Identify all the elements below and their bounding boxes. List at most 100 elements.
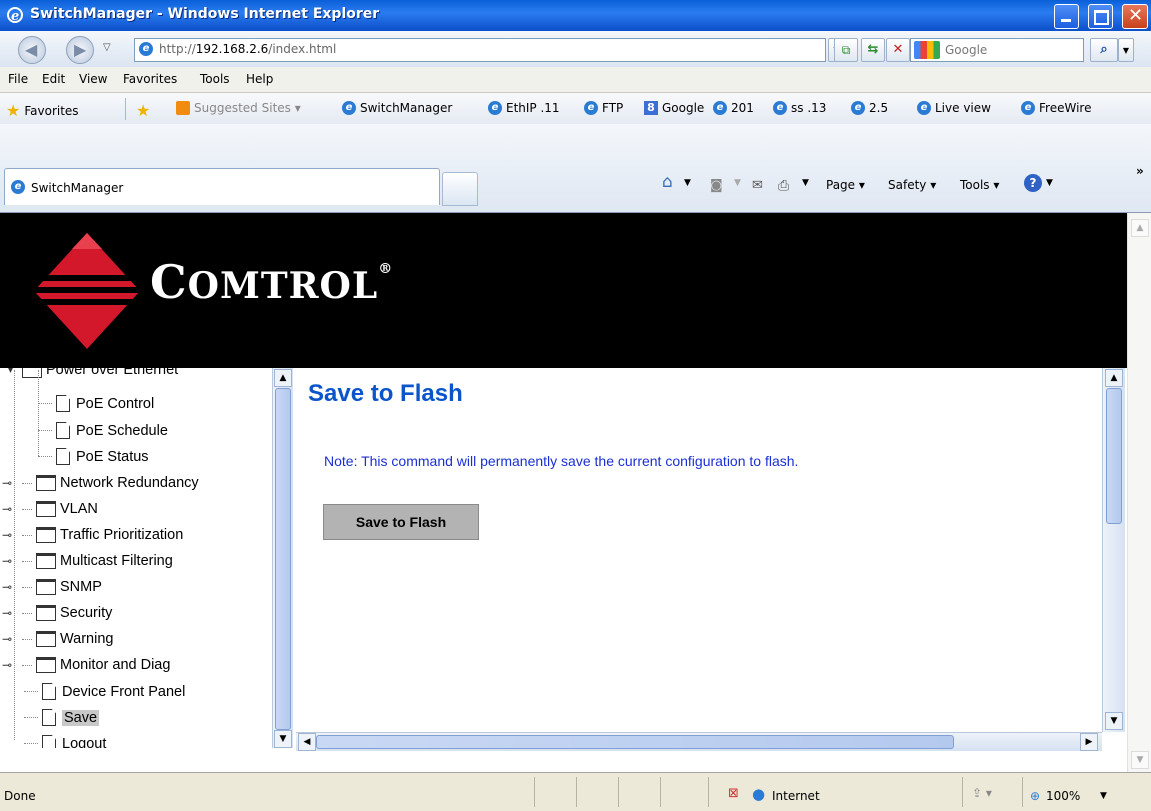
expand-icon[interactable]: ⊸ <box>2 658 12 672</box>
fav-link-ethip[interactable]: e EthIP .11 <box>488 101 560 115</box>
maximize-button[interactable] <box>1088 4 1113 29</box>
favorites-button[interactable]: ★ Favorites <box>6 101 79 120</box>
ie-page-icon: e <box>11 180 25 194</box>
print-dropdown-icon[interactable]: ▼ <box>802 178 809 188</box>
main-horizontal-scrollbar[interactable]: ◀ ▶ <box>296 732 1102 751</box>
tree-item-vlan[interactable]: ⊸ VLAN <box>2 501 98 517</box>
tree-item-logout[interactable]: Logout <box>24 735 106 748</box>
address-bar[interactable]: e http://192.168.2.6/index.html <box>134 38 826 62</box>
main-vertical-scrollbar[interactable]: ▲ ▼ <box>1102 368 1125 732</box>
tree-item-label: Security <box>60 605 113 621</box>
feeds-dropdown-icon[interactable]: ▼ <box>734 178 741 188</box>
new-tab-button[interactable] <box>442 172 478 206</box>
stop-button[interactable]: ✕ <box>886 38 910 62</box>
fav-link-google[interactable]: 8 Google <box>644 101 704 115</box>
fav-link-2-5[interactable]: e 2.5 <box>851 101 888 115</box>
tree-folder-power-over-ethernet[interactable]: ▾ Power over Ethernet <box>8 368 178 378</box>
scroll-thumb[interactable] <box>316 735 954 749</box>
refresh-icon: ⇆ <box>867 42 879 57</box>
tools-menu[interactable]: Tools ▾ <box>960 178 999 192</box>
fav-link-ss13[interactable]: e ss .13 <box>773 101 826 115</box>
zoom-level[interactable]: 100% <box>1046 789 1080 803</box>
scroll-up-arrow[interactable]: ▲ <box>1131 219 1149 237</box>
fav-link-ftp[interactable]: e FTP <box>584 101 623 115</box>
read-mail-icon[interactable]: ✉ <box>752 178 763 193</box>
help-dropdown-icon[interactable]: ▼ <box>1046 178 1053 188</box>
search-button[interactable]: ⌕ <box>1090 38 1118 62</box>
home-dropdown-icon[interactable]: ▼ <box>684 178 691 188</box>
tree-item-security[interactable]: ⊸ Security <box>2 605 113 621</box>
scroll-up-arrow[interactable]: ▲ <box>1105 369 1123 387</box>
back-button[interactable]: ◀ <box>18 36 46 64</box>
expand-icon[interactable]: ⊸ <box>2 502 12 516</box>
suggested-sites-link[interactable]: Suggested Sites ▾ <box>176 101 301 115</box>
zoom-dropdown-icon[interactable]: ▼ <box>1100 791 1107 801</box>
navigation-tree: ▾ Power over Ethernet PoE Control PoE Sch… <box>0 368 272 748</box>
tree-item-label: Save <box>62 709 100 726</box>
fav-link-freewire[interactable]: e FreeWire <box>1021 101 1091 115</box>
tree-item-poe-schedule[interactable]: PoE Schedule <box>38 422 168 439</box>
menu-file[interactable]: File <box>8 72 28 86</box>
tree-item-network-redundancy[interactable]: ⊸ Network Redundancy <box>2 475 199 491</box>
expand-icon[interactable]: ⊸ <box>2 554 12 568</box>
scroll-down-arrow[interactable]: ▼ <box>274 730 292 748</box>
tree-connector <box>22 508 32 510</box>
tree-item-traffic-prioritization[interactable]: ⊸ Traffic Prioritization <box>2 527 183 543</box>
recent-pages-dropdown-icon[interactable]: ▽ <box>103 42 111 53</box>
expand-icon[interactable]: ⊸ <box>2 476 12 490</box>
protected-mode-icon[interactable]: ⊠ <box>728 786 739 801</box>
scroll-down-arrow[interactable]: ▼ <box>1105 712 1123 730</box>
tree-vertical-scrollbar[interactable]: ▲ ▼ <box>272 368 293 748</box>
expand-icon[interactable]: ⊸ <box>2 528 12 542</box>
folder-icon <box>36 553 56 569</box>
search-input[interactable]: Google <box>910 38 1084 62</box>
close-icon: ✕ <box>1128 5 1144 26</box>
popup-blocker-icon[interactable]: ⇪ ▾ <box>972 786 992 800</box>
tree-item-multicast-filtering[interactable]: ⊸ Multicast Filtering <box>2 553 173 569</box>
tab-switchmanager[interactable]: e SwitchManager <box>4 168 440 205</box>
page-menu[interactable]: Page ▾ <box>826 178 865 192</box>
google-icon: 8 <box>644 101 658 115</box>
menu-tools[interactable]: Tools <box>200 72 230 86</box>
fav-link-201[interactable]: e 201 <box>713 101 754 115</box>
fav-link-live-view[interactable]: e Live view <box>917 101 991 115</box>
menu-edit[interactable]: Edit <box>42 72 65 86</box>
expand-icon[interactable]: ⊸ <box>2 606 12 620</box>
menu-view[interactable]: View <box>79 72 107 86</box>
tree-item-save[interactable]: Save <box>24 709 100 726</box>
save-to-flash-button[interactable]: Save to Flash <box>323 504 479 540</box>
fav-link-switchmanager[interactable]: e SwitchManager <box>342 101 452 115</box>
menu-favorites[interactable]: Favorites <box>123 72 177 86</box>
scroll-down-arrow[interactable]: ▼ <box>1131 751 1149 769</box>
scroll-left-arrow[interactable]: ◀ <box>298 733 316 751</box>
scroll-thumb[interactable] <box>275 388 291 730</box>
scroll-right-arrow[interactable]: ▶ <box>1080 733 1098 751</box>
minimize-button[interactable] <box>1054 4 1079 29</box>
compatibility-view-button[interactable]: ⧉ <box>834 38 858 62</box>
scroll-thumb[interactable] <box>1106 388 1122 524</box>
tree-item-poe-status[interactable]: PoE Status <box>38 448 149 465</box>
chevron-more-icon[interactable]: » <box>1136 164 1144 178</box>
tree-item-poe-control[interactable]: PoE Control <box>38 395 154 412</box>
home-icon[interactable]: ⌂ <box>662 172 673 192</box>
tree-item-device-front-panel[interactable]: Device Front Panel <box>24 683 185 700</box>
help-icon[interactable]: ? <box>1024 174 1042 192</box>
page-ie-icon: e <box>139 42 153 56</box>
add-to-favorites-button[interactable]: ★ <box>136 101 150 120</box>
expand-icon[interactable]: ⊸ <box>2 580 12 594</box>
search-options-button[interactable]: ▼ <box>1118 38 1134 62</box>
expand-icon[interactable]: ⊸ <box>2 632 12 646</box>
tree-item-warning[interactable]: ⊸ Warning <box>2 631 113 647</box>
refresh-button[interactable]: ⇆ <box>861 38 885 62</box>
forward-button[interactable]: ▶ <box>66 36 94 64</box>
tree-item-snmp[interactable]: ⊸ SNMP <box>2 579 102 595</box>
ie-page-icon: e <box>584 101 598 115</box>
window-vertical-scrollbar[interactable]: ▲ ▼ <box>1127 213 1151 773</box>
print-icon[interactable]: ⎙ <box>778 178 789 194</box>
feeds-icon[interactable]: ◙ <box>710 178 723 193</box>
safety-menu[interactable]: Safety ▾ <box>888 178 936 192</box>
close-button[interactable]: ✕ <box>1122 4 1148 29</box>
tree-item-monitor-and-diag[interactable]: ⊸ Monitor and Diag <box>2 657 170 673</box>
menu-help[interactable]: Help <box>246 72 273 86</box>
scroll-up-arrow[interactable]: ▲ <box>274 369 292 387</box>
